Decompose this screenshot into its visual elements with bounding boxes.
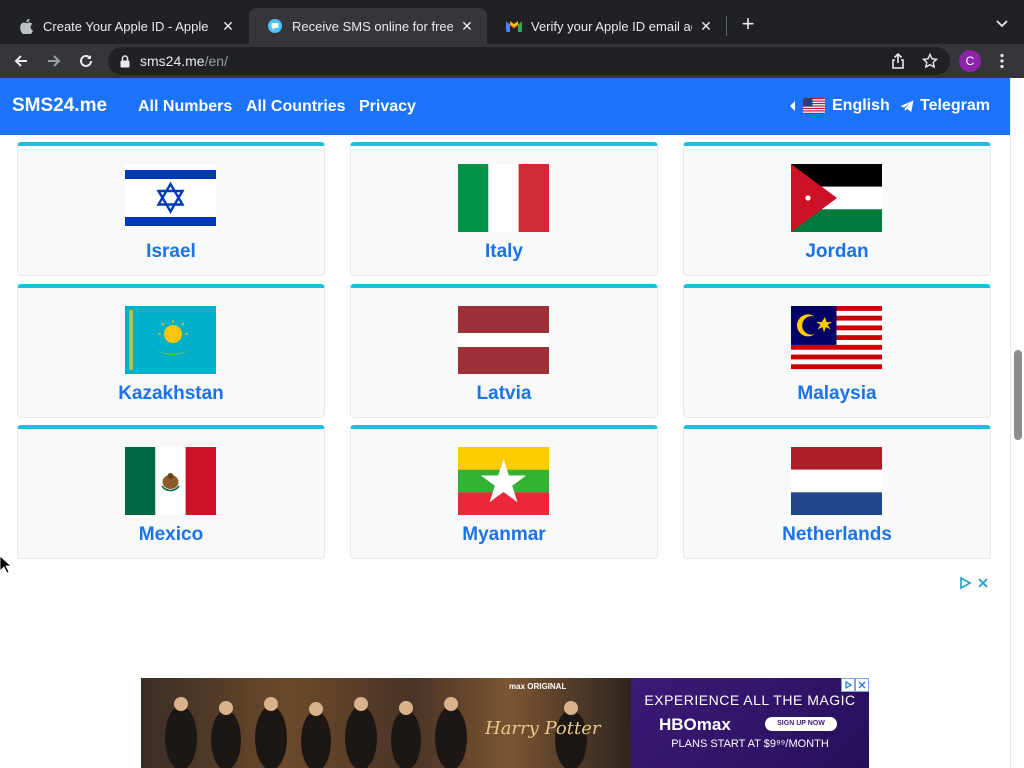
- country-card-israel[interactable]: Israel: [17, 142, 325, 276]
- ad-controls[interactable]: [841, 678, 869, 692]
- page-viewport: SMS24.me All Numbers All Countries Priva…: [0, 78, 1010, 768]
- share-icon[interactable]: [886, 49, 910, 73]
- ad-choices[interactable]: [958, 576, 990, 590]
- address-bar[interactable]: sms24.me/en/: [108, 47, 950, 75]
- ad-brand: HBOmax: [659, 715, 731, 734]
- language-label: English: [832, 97, 890, 114]
- telegram-icon: [900, 100, 914, 113]
- back-arrow-icon[interactable]: [9, 49, 33, 73]
- url-host: sms24.me: [140, 53, 205, 69]
- reload-icon[interactable]: [74, 49, 98, 73]
- country-name: Jordan: [805, 241, 869, 262]
- close-tab-icon[interactable]: ✕: [220, 18, 236, 34]
- country-card-italy[interactable]: Italy: [350, 142, 658, 276]
- banner-ad[interactable]: max ORIGINAL Harry Potter EXPERIENCE ALL…: [141, 678, 869, 768]
- ad-max-original-tag: max ORIGINAL: [509, 682, 567, 691]
- lock-icon: [120, 54, 130, 68]
- country-card-mexico[interactable]: Mexico: [17, 425, 325, 559]
- tab-sms24[interactable]: Receive SMS online for free | T ✕: [249, 8, 487, 44]
- israel-flag-icon: [125, 164, 216, 232]
- us-flag-icon: [803, 98, 825, 114]
- myanmar-flag-icon: [458, 447, 549, 515]
- close-tab-icon[interactable]: ✕: [459, 18, 475, 34]
- latvia-flag-icon: [458, 306, 549, 374]
- country-card-kazakhstan[interactable]: Kazakhstan: [17, 284, 325, 418]
- mexico-flag-icon: [125, 447, 216, 515]
- country-card-malaysia[interactable]: Malaysia: [683, 284, 991, 418]
- tab-title: Verify your Apple ID email addr: [531, 18, 692, 34]
- browser-toolbar: sms24.me/en/ C: [0, 44, 1024, 78]
- malaysia-flag-icon: [791, 306, 882, 374]
- country-name: Italy: [484, 241, 524, 262]
- new-tab-icon[interactable]: +: [736, 11, 760, 36]
- tab-apple-id[interactable]: Create Your Apple ID - Apple ✕: [0, 8, 248, 44]
- browser-tab-strip: Create Your Apple ID - Apple ✕ Receive S…: [0, 0, 1024, 44]
- country-card-latvia[interactable]: Latvia: [350, 284, 658, 418]
- country-name: Malaysia: [797, 383, 877, 404]
- scrollbar-thumb[interactable]: [1014, 350, 1022, 440]
- ad-info-icon[interactable]: [841, 678, 855, 692]
- country-name: Myanmar: [462, 524, 546, 545]
- ad-message-panel: EXPERIENCE ALL THE MAGIC HBOmax SIGN UP …: [631, 678, 869, 768]
- bookmark-star-icon[interactable]: [918, 49, 942, 73]
- ad-title-art: Harry Potter: [485, 718, 601, 739]
- country-card-netherlands[interactable]: Netherlands: [683, 425, 991, 559]
- country-name: Netherlands: [782, 524, 892, 545]
- country-name: Mexico: [138, 524, 204, 545]
- tab-title: Receive SMS online for free | T: [292, 18, 453, 34]
- ad-close-icon[interactable]: [976, 576, 990, 590]
- country-card-myanmar[interactable]: Myanmar: [350, 425, 658, 559]
- language-selector[interactable]: English: [790, 97, 890, 115]
- site-navbar: SMS24.me All Numbers All Countries Priva…: [0, 78, 1010, 135]
- netherlands-flag-icon: [791, 447, 882, 515]
- url-path: /en/: [204, 53, 228, 69]
- chevron-down-icon[interactable]: [992, 14, 1012, 34]
- mouse-cursor-icon: [0, 555, 13, 579]
- ad-headline: EXPERIENCE ALL THE MAGIC: [644, 692, 856, 708]
- ad-plans: PLANS START AT $9⁹⁹/MONTH: [671, 738, 829, 750]
- jordan-flag-icon: [791, 164, 882, 232]
- nav-privacy[interactable]: Privacy: [359, 98, 416, 116]
- telegram-link[interactable]: Telegram: [900, 97, 990, 115]
- ad-close-icon[interactable]: [855, 678, 869, 692]
- profile-avatar[interactable]: C: [959, 50, 981, 72]
- more-menu-icon[interactable]: [992, 49, 1012, 73]
- forward-arrow-icon[interactable]: [42, 49, 66, 73]
- site-brand[interactable]: SMS24.me: [12, 95, 107, 117]
- apple-icon: [18, 18, 34, 34]
- telegram-label: Telegram: [920, 97, 990, 114]
- kazakhstan-flag-icon: [125, 306, 216, 374]
- ad-signup-button[interactable]: SIGN UP NOW: [765, 717, 837, 731]
- sms24-favicon-icon: [267, 18, 283, 34]
- page-scrollbar[interactable]: [1010, 78, 1024, 768]
- country-card-jordan[interactable]: Jordan: [683, 142, 991, 276]
- tab-title: Create Your Apple ID - Apple: [43, 18, 209, 34]
- tab-separator: [726, 16, 727, 36]
- italy-flag-icon: [458, 164, 549, 232]
- nav-all-countries[interactable]: All Countries: [246, 98, 346, 116]
- country-name: Israel: [146, 241, 196, 262]
- nav-all-numbers[interactable]: All Numbers: [138, 98, 232, 116]
- caret-left-icon: [790, 101, 795, 111]
- tab-gmail[interactable]: Verify your Apple ID email addr ✕: [488, 8, 726, 44]
- gmail-icon: [506, 18, 522, 34]
- close-tab-icon[interactable]: ✕: [698, 18, 714, 34]
- country-name: Latvia: [476, 383, 532, 404]
- country-name: Kazakhstan: [118, 383, 224, 404]
- ad-play-icon[interactable]: [958, 576, 972, 590]
